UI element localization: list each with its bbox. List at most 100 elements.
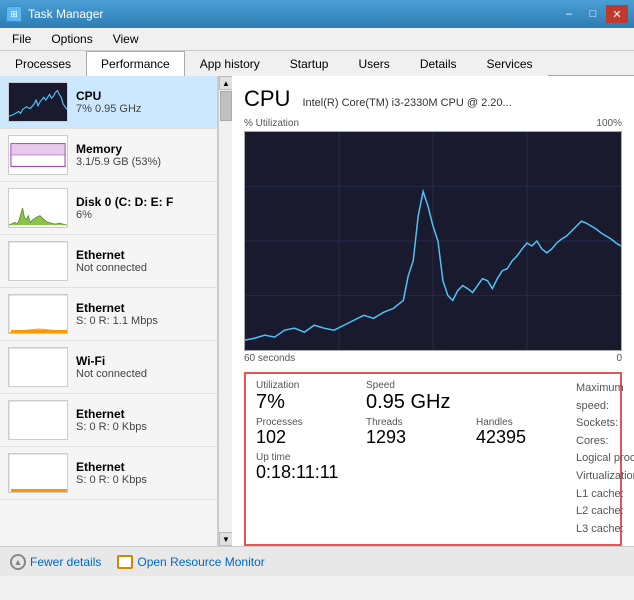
ethernet4-thumbnail bbox=[8, 453, 68, 493]
sidebar-scrollbar[interactable]: ▲ ▼ bbox=[218, 76, 232, 546]
sidebar-item-disk[interactable]: Disk 0 (C: D: E: F 6% bbox=[0, 182, 217, 235]
ethernet4-sidebar-name: Ethernet bbox=[76, 460, 209, 474]
sidebar-item-memory[interactable]: Memory 3.1/5.9 GB (53%) bbox=[0, 129, 217, 182]
title-bar: ⊞ Task Manager – □ ✕ bbox=[0, 0, 634, 28]
resource-monitor-icon bbox=[117, 555, 133, 569]
cpu-chart bbox=[244, 131, 622, 351]
open-resource-monitor-label: Open Resource Monitor bbox=[137, 555, 264, 569]
wifi-sidebar-name: Wi-Fi bbox=[76, 354, 209, 368]
minimize-button[interactable]: – bbox=[558, 5, 580, 23]
ethernet2-sidebar-name: Ethernet bbox=[76, 301, 209, 315]
cpu-main-title: CPU bbox=[244, 86, 290, 112]
ethernet1-sidebar-value: Not connected bbox=[76, 262, 209, 274]
tab-users[interactable]: Users bbox=[343, 51, 404, 76]
scroll-down-arrow[interactable]: ▼ bbox=[219, 532, 233, 546]
speed-value: 0.95 GHz bbox=[366, 391, 450, 413]
stats-inner: Utilization 7% Speed 0.95 GHz Processes … bbox=[256, 380, 610, 538]
processes-group: Processes 102 bbox=[256, 417, 336, 448]
chart-labels-top: % Utilization 100% bbox=[244, 118, 622, 129]
cpu-main-subtitle: Intel(R) Core(TM) i3-2330M CPU @ 2.20... bbox=[302, 97, 511, 109]
chart-labels-bottom: 60 seconds 0 bbox=[244, 353, 622, 364]
utilization-label: Utilization bbox=[256, 380, 336, 391]
right-stat-4: Virtualization: Enabl... bbox=[576, 468, 634, 486]
ethernet3-sidebar-name: Ethernet bbox=[76, 407, 209, 421]
speed-group: Speed 0.95 GHz bbox=[366, 380, 450, 413]
sidebar-item-wifi[interactable]: Wi-Fi Not connected bbox=[0, 341, 217, 394]
chart-label-utilization: % Utilization bbox=[244, 118, 299, 129]
ethernet3-sidebar-value: S: 0 R: 0 Kbps bbox=[76, 421, 209, 433]
threads-group: Threads 1293 bbox=[366, 417, 446, 448]
close-button[interactable]: ✕ bbox=[606, 5, 628, 23]
right-stat-2: Cores: 2 bbox=[576, 433, 634, 451]
disk-thumbnail bbox=[8, 188, 68, 228]
restore-button[interactable]: □ bbox=[582, 5, 604, 23]
scroll-track bbox=[219, 90, 232, 532]
title-controls: – □ ✕ bbox=[558, 5, 628, 23]
chart-time-left: 60 seconds bbox=[244, 353, 295, 364]
sidebar-item-ethernet3[interactable]: Ethernet S: 0 R: 0 Kbps bbox=[0, 394, 217, 447]
ethernet2-thumbnail bbox=[8, 294, 68, 334]
ethernet3-sidebar-info: Ethernet S: 0 R: 0 Kbps bbox=[76, 407, 209, 433]
tab-startup[interactable]: Startup bbox=[275, 51, 344, 76]
open-resource-monitor-button[interactable]: Open Resource Monitor bbox=[117, 555, 264, 569]
threads-value: 1293 bbox=[366, 428, 446, 448]
uptime-value: 0:18:11:11 bbox=[256, 463, 556, 483]
app-icon: ⊞ bbox=[6, 6, 22, 22]
ethernet4-sidebar-value: S: 0 R: 0 Kbps bbox=[76, 474, 209, 486]
menu-file[interactable]: File bbox=[4, 30, 39, 48]
tab-performance[interactable]: Performance bbox=[86, 51, 185, 76]
fewer-details-icon: ▲ bbox=[10, 554, 26, 570]
stats-row-2: Processes 102 Threads 1293 Handles 42395 bbox=[256, 417, 556, 448]
chart-time-right: 0 bbox=[616, 353, 622, 364]
sidebar-item-ethernet2[interactable]: Ethernet S: 0 R: 1.1 Mbps bbox=[0, 288, 217, 341]
menu-bar: File Options View bbox=[0, 28, 634, 51]
bottom-bar: ▲ Fewer details Open Resource Monitor bbox=[0, 546, 634, 576]
right-stat-0: Maximum speed: 2.20 ... bbox=[576, 380, 634, 415]
wifi-thumbnail bbox=[8, 347, 68, 387]
wifi-sidebar-value: Not connected bbox=[76, 368, 209, 380]
right-stat-label-7: L3 cache: bbox=[576, 521, 624, 539]
utilization-group: Utilization 7% bbox=[256, 380, 336, 413]
memory-sidebar-info: Memory 3.1/5.9 GB (53%) bbox=[76, 142, 209, 168]
right-panel: CPU Intel(R) Core(TM) i3-2330M CPU @ 2.2… bbox=[232, 76, 634, 546]
menu-view[interactable]: View bbox=[105, 30, 147, 48]
menu-options[interactable]: Options bbox=[43, 30, 100, 48]
tab-processes[interactable]: Processes bbox=[0, 51, 86, 76]
cpu-sidebar-name: CPU bbox=[76, 89, 209, 103]
memory-sidebar-name: Memory bbox=[76, 142, 209, 156]
right-stat-3: Logical processors: 4 bbox=[576, 450, 634, 468]
stats-box: Utilization 7% Speed 0.95 GHz Processes … bbox=[244, 372, 622, 546]
chart-label-max: 100% bbox=[596, 118, 622, 129]
ethernet2-sidebar-value: S: 0 R: 1.1 Mbps bbox=[76, 315, 209, 327]
sidebar-item-ethernet4[interactable]: Ethernet S: 0 R: 0 Kbps bbox=[0, 447, 217, 500]
right-stat-5: L1 cache: 128 KB bbox=[576, 486, 634, 504]
right-stats: Maximum speed: 2.20 ... Sockets: 1 Cores… bbox=[576, 380, 634, 538]
tab-bar: Processes Performance App history Startu… bbox=[0, 51, 634, 76]
right-stat-label-6: L2 cache: bbox=[576, 503, 624, 521]
window-title: Task Manager bbox=[28, 7, 103, 21]
right-stat-label-5: L1 cache: bbox=[576, 486, 624, 504]
cpu-thumbnail bbox=[8, 82, 68, 122]
sidebar-item-cpu[interactable]: CPU 7% 0.95 GHz bbox=[0, 76, 217, 129]
tab-services[interactable]: Services bbox=[472, 51, 548, 76]
scroll-up-arrow[interactable]: ▲ bbox=[219, 76, 233, 90]
right-stat-label-0: Maximum speed: bbox=[576, 380, 634, 415]
right-stat-label-2: Cores: bbox=[576, 433, 608, 451]
ethernet2-sidebar-info: Ethernet S: 0 R: 1.1 Mbps bbox=[76, 301, 209, 327]
cpu-sidebar-value: 7% 0.95 GHz bbox=[76, 103, 209, 115]
fewer-details-label: Fewer details bbox=[30, 555, 101, 569]
tab-details[interactable]: Details bbox=[405, 51, 472, 76]
scroll-thumb[interactable] bbox=[220, 91, 232, 121]
sidebar-item-ethernet1[interactable]: Ethernet Not connected bbox=[0, 235, 217, 288]
stats-row-1: Utilization 7% Speed 0.95 GHz bbox=[256, 380, 556, 413]
disk-sidebar-name: Disk 0 (C: D: E: F bbox=[76, 195, 209, 209]
fewer-details-button[interactable]: ▲ Fewer details bbox=[10, 554, 101, 570]
processes-value: 102 bbox=[256, 428, 336, 448]
tab-app-history[interactable]: App history bbox=[185, 51, 275, 76]
ethernet1-thumbnail bbox=[8, 241, 68, 281]
ethernet3-thumbnail bbox=[8, 400, 68, 440]
utilization-value: 7% bbox=[256, 391, 336, 413]
cpu-header: CPU Intel(R) Core(TM) i3-2330M CPU @ 2.2… bbox=[244, 86, 622, 112]
memory-thumbnail bbox=[8, 135, 68, 175]
right-stat-1: Sockets: 1 bbox=[576, 415, 634, 433]
